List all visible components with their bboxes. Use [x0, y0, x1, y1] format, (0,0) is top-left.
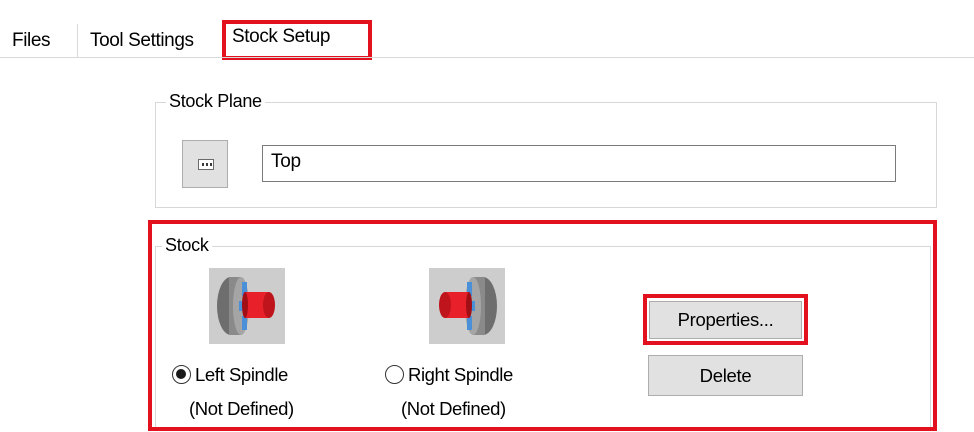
stock-section-highlight: [148, 220, 937, 431]
tab-strip: Files Tool Settings Stock Setup: [0, 0, 974, 60]
tab-stock-setup-label: Stock Setup: [232, 26, 331, 47]
plane-select-icon: [198, 159, 214, 170]
tab-stock-setup[interactable]: Stock Setup: [222, 20, 372, 60]
tab-divider: [0, 57, 974, 58]
tab-files[interactable]: Files: [8, 24, 78, 58]
plane-select-button[interactable]: [182, 140, 228, 188]
stock-plane-legend: Stock Plane: [166, 91, 265, 111]
stock-plane-field[interactable]: Top: [262, 145, 896, 182]
tab-tool-settings[interactable]: Tool Settings: [80, 24, 222, 58]
